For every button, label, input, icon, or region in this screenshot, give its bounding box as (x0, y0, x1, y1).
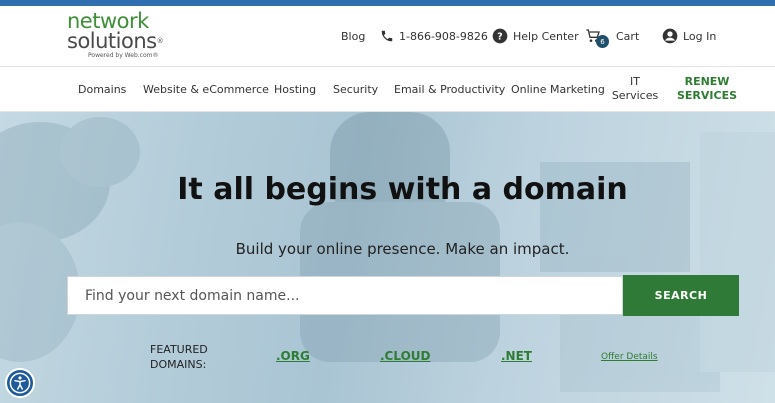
question-circle-icon: ? (492, 28, 508, 44)
blog-label: Blog (341, 29, 366, 43)
nav-domains[interactable]: Domains (78, 67, 126, 111)
nav-renew-services[interactable]: RENEW SERVICES (677, 67, 737, 111)
search-button[interactable]: SEARCH (623, 275, 739, 316)
nav-email-productivity[interactable]: Email & Productivity (394, 67, 505, 111)
cart-count-badge: 6 (596, 35, 609, 48)
logo-line-2: solutions® (67, 29, 164, 53)
blog-link[interactable]: Blog (341, 25, 365, 47)
help-center-label: Help Center (513, 29, 579, 43)
offer-details-link[interactable]: Offer Details (601, 352, 658, 362)
featured-domains-label: FEATURED DOMAINS: (150, 342, 208, 372)
help-center-link[interactable]: ? Help Center (492, 25, 579, 47)
featured-domain-org[interactable]: .ORG (276, 349, 310, 363)
login-link[interactable]: Log In (662, 25, 716, 47)
domain-search-input[interactable] (67, 276, 623, 315)
nav-it-line-2: Services (611, 89, 659, 102)
user-circle-icon (662, 28, 678, 44)
site-header: network solutions® Powered by Web.com® B… (0, 6, 775, 66)
cart-link[interactable]: 6 Cart (585, 25, 640, 48)
nav-hosting[interactable]: Hosting (274, 67, 316, 111)
main-nav: Domains Website & eCommerce Hosting Secu… (0, 66, 775, 112)
accessibility-icon[interactable] (5, 368, 35, 398)
login-label: Log In (683, 29, 717, 43)
nav-renew-line-2: SERVICES (677, 89, 738, 102)
hero-banner: It all begins with a domain Build your o… (0, 112, 775, 403)
phone-number: 1-866-908-9826 (399, 29, 488, 43)
hero-title: It all begins with a domain (177, 172, 628, 207)
featured-domain-net[interactable]: .NET (501, 349, 532, 363)
featured-label-line-2: DOMAINS: (150, 358, 207, 371)
nav-online-marketing[interactable]: Online Marketing (511, 67, 605, 111)
nav-website-ecommerce[interactable]: Website & eCommerce (143, 67, 269, 111)
network-solutions-logo[interactable]: network solutions® Powered by Web.com® (67, 11, 187, 61)
nav-it-line-1: IT (630, 75, 640, 88)
svg-text:?: ? (497, 31, 502, 42)
featured-label-line-1: FEATURED (150, 343, 208, 356)
nav-renew-line-1: RENEW (684, 75, 730, 88)
hero-subtitle: Build your online presence. Make an impa… (235, 240, 570, 258)
phone-icon (380, 29, 394, 43)
featured-domain-cloud[interactable]: .CLOUD (380, 349, 431, 363)
nav-security[interactable]: Security (333, 67, 378, 111)
logo-powered-by: Powered by Web.com® (88, 52, 159, 59)
nav-it-services[interactable]: IT Services (612, 67, 658, 111)
logo-line-1: network (67, 9, 149, 33)
phone-link[interactable]: 1-866-908-9826 (380, 25, 488, 47)
cart-label: Cart (616, 29, 640, 43)
